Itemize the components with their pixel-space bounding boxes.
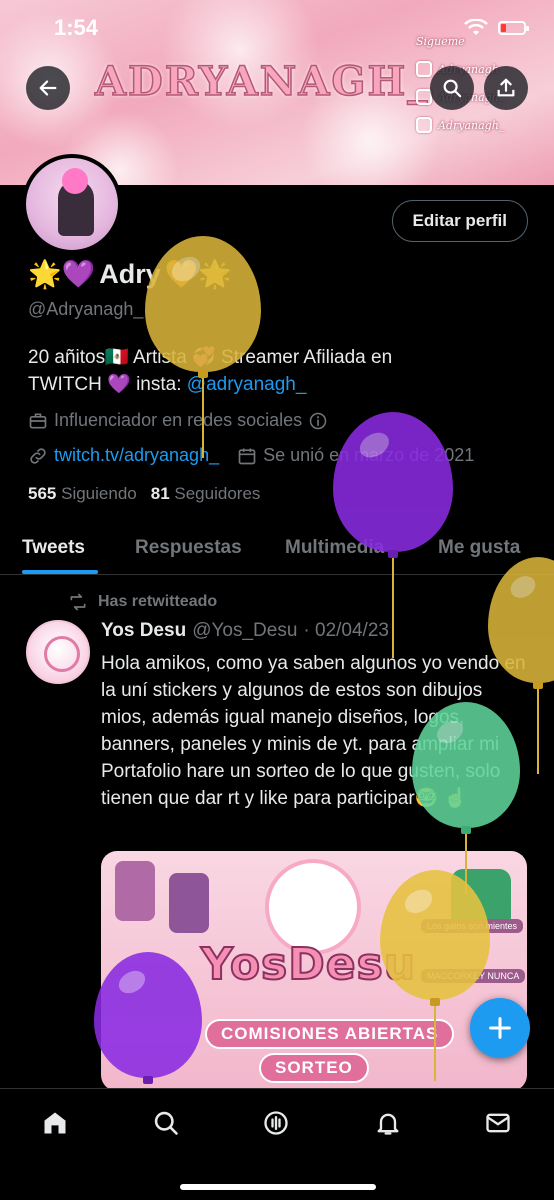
spaces-icon [264,1111,288,1135]
banner-title: ADRYANAGH_ [94,57,430,106]
bio-line-1: 20 añitos🇲🇽 Artista 💞 Streamer Afiliada … [28,347,393,368]
following-label: Siguiendo [61,484,137,503]
tweet-text: Hola amikos, como ya saben algunos yo ve… [101,653,526,809]
compose-tweet-button[interactable] [470,998,530,1058]
tab-media[interactable]: Multimedia [285,537,384,559]
name-text: Adry [99,258,161,289]
link-icon [30,447,46,464]
name-emoji-left: 🌟💜 [28,259,96,289]
plus-icon [489,1017,511,1039]
tweet-header: Yos Desu @Yos_Desu · 02/04/23 [101,620,389,642]
profile-tabs: Tweets Respuestas Multimedia Me gusta [0,525,554,575]
bio-line-2: TWITCH 💜 insta: @adryanagh_ [28,371,528,398]
name-emoji-right: 🧡🌟 [164,259,233,289]
retweet-context: Has retwitteado [68,592,217,612]
back-button[interactable] [26,66,70,110]
tweet-image[interactable]: Los gatos son mientes MACCORKEY NUNCA Yo… [101,851,527,1091]
tab-likes[interactable]: Me gusta [438,537,520,559]
tiktok-icon [416,61,432,77]
banner-social-text: Adryanagh_ [438,118,505,132]
back-arrow-icon [39,80,57,96]
profile-handle: @Adryanagh_ [28,299,144,319]
followers-label: Seguidores [174,484,261,503]
profile-bio: 20 añitos🇲🇽 Artista 💞 Streamer Afiliada … [28,344,528,398]
status-bar: 1:54 [0,0,554,56]
category-text: Influenciador en redes sociales [54,410,303,430]
search-icon [443,79,462,98]
following-count: 565 [28,484,57,503]
image-pill-sorteo: SORTEO [259,1053,369,1083]
status-indicators [464,19,529,37]
image-tag: MACCORKEY NUNCA [421,969,526,983]
following-link[interactable]: 565 Siguiendo [28,484,137,504]
home-icon [44,1112,66,1134]
image-tag: Los gatos son mientes [421,919,524,933]
avatar-head [62,168,88,194]
tweet-date: · 02/04/23 [303,620,389,641]
banner-social-instagram: Adryanagh_ [416,114,536,136]
wifi-icon [464,19,488,35]
active-tab-indicator [22,570,98,574]
followers-count: 81 [150,484,170,503]
image-pill-commissions: COMISIONES ABIERTAS [205,1019,455,1049]
search-icon [154,1111,178,1135]
notifications-icon [377,1113,399,1135]
briefcase-icon [29,413,47,428]
status-time: 1:54 [54,15,99,40]
joined-date: Se unió en marzo de 2021 [263,445,475,465]
search-button[interactable] [430,66,474,110]
profile-links: twitch.tv/adryanagh_ Se unió en marzo de… [28,445,474,466]
image-sticker-decoration [169,873,209,933]
tweet-author-avatar[interactable] [26,620,90,684]
nav-spaces[interactable] [260,1107,292,1139]
website-link[interactable]: twitch.tv/adryanagh_ [54,445,219,466]
bio-instagram-link[interactable]: @adryanagh_ [187,374,307,395]
home-indicator [180,1184,376,1190]
image-sticker-decoration [115,861,155,921]
profile-name: 🌟💜 Adry 🧡🌟 [28,258,232,290]
retweet-icon [70,593,86,611]
profile-category: Influenciador en redes sociales [28,410,328,431]
retweet-label: Has retwitteado [98,593,218,610]
instagram-icon [416,117,432,133]
info-icon[interactable] [308,411,328,431]
nav-home[interactable] [39,1107,71,1139]
calendar-icon [238,448,256,464]
nav-notifications[interactable] [372,1107,404,1139]
tab-replies[interactable]: Respuestas [135,537,242,559]
tweet-author-name[interactable]: Yos Desu [101,620,186,642]
followers-link[interactable]: 81 Seguidores [151,484,261,504]
nav-search[interactable] [150,1107,182,1139]
share-button[interactable] [484,66,528,110]
image-logo: YosDesu [200,938,417,991]
messages-icon [486,1113,510,1133]
profile-avatar[interactable] [22,154,122,254]
tab-tweets[interactable]: Tweets [22,537,85,559]
share-icon [497,78,515,97]
tweet-author-handle: @Yos_Desu [192,620,298,641]
follow-counts: 565 Siguiendo 81 Seguidores [28,484,260,504]
nav-messages[interactable] [482,1107,514,1139]
battery-icon [498,21,529,35]
edit-profile-button[interactable]: Editar perfil [391,200,528,242]
bio-line-2-text: TWITCH 💜 insta: [28,374,187,395]
